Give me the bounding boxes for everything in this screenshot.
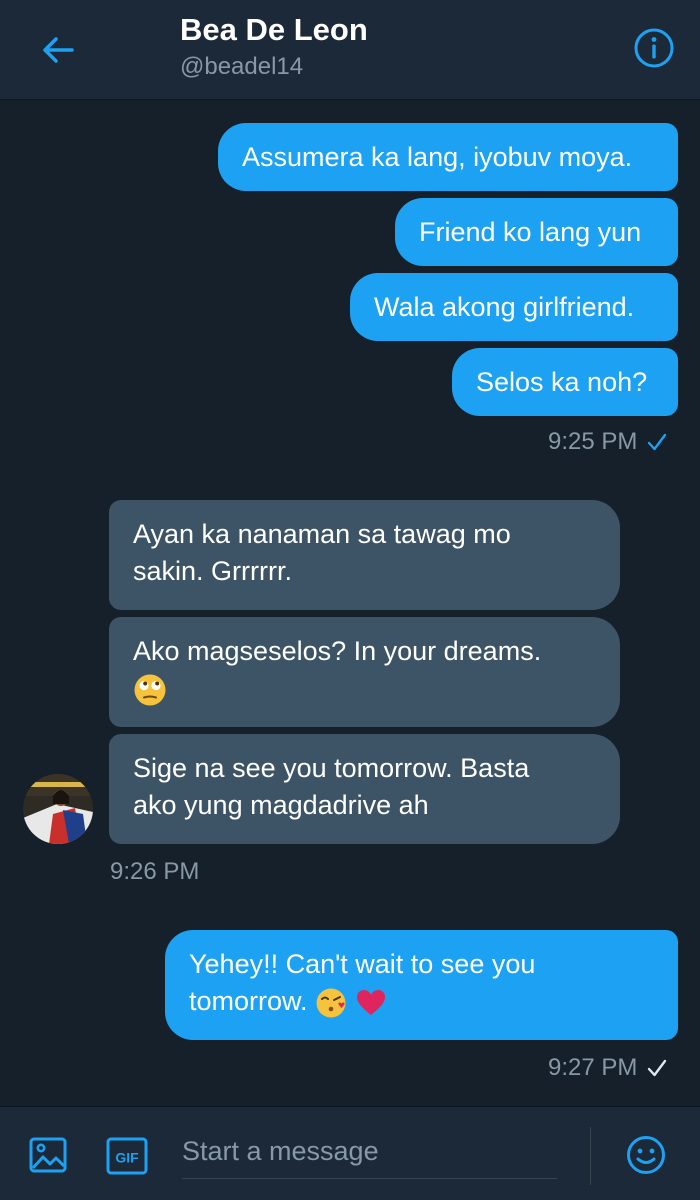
message-text: sakin. Grrrrrr.	[133, 556, 292, 586]
outgoing-message[interactable]: Friend ko lang yun	[395, 198, 678, 266]
sent-check-icon	[648, 433, 667, 451]
message-text: Ayan ka nanaman sa tawag mo	[133, 519, 511, 549]
incoming-message[interactable]: Ayan ka nanaman sa tawag mo sakin. Grrrr…	[109, 500, 620, 610]
message-text: ako yung magdadrive ah	[133, 790, 429, 820]
message-composer: GIF	[0, 1106, 700, 1200]
back-button[interactable]	[36, 28, 80, 72]
outgoing-message[interactable]: Wala akong girlfriend.	[350, 273, 678, 341]
add-gif-button[interactable]: GIF	[104, 1133, 150, 1179]
message-input[interactable]	[182, 1125, 557, 1179]
delivered-check-icon	[648, 1059, 667, 1077]
incoming-message[interactable]: Sige na see you tomorrow. Basta ako yung…	[109, 734, 620, 844]
outgoing-message[interactable]: Assumera ka lang, iyobuv moya.	[218, 123, 678, 191]
info-icon	[634, 28, 674, 68]
message-text: Sige na see you tomorrow. Basta	[133, 753, 530, 783]
outgoing-message[interactable]: Yehey!! Can't wait to see you tomorrow.	[165, 930, 678, 1040]
timestamp-text: 9:26 PM	[110, 858, 200, 885]
add-image-button[interactable]	[26, 1133, 70, 1177]
profile-photo	[23, 774, 93, 844]
contact-name[interactable]: Bea De Leon	[180, 12, 368, 48]
message-timestamp: 9:26 PM	[110, 858, 199, 886]
contact-handle: @beadel14	[180, 53, 304, 80]
smiley-icon	[627, 1136, 665, 1174]
message-text: tomorrow.	[189, 986, 308, 1016]
info-button[interactable]	[630, 24, 678, 72]
gif-label: GIF	[115, 1150, 139, 1166]
rolling-eyes-emoji	[134, 674, 166, 706]
kissing-face-emoji	[316, 988, 346, 1018]
conversation-header: Bea De Leon @beadel14	[0, 0, 700, 100]
message-timestamp: 9:27 PM	[548, 1054, 667, 1082]
red-heart-emoji	[356, 989, 385, 1015]
composer-divider	[590, 1127, 591, 1185]
message-text: Ako magseselos? In your dreams.	[133, 636, 542, 666]
image-icon	[29, 1137, 67, 1173]
arrow-left-icon	[43, 37, 74, 63]
gif-icon: GIF	[106, 1137, 148, 1175]
message-text: Yehey!! Can't wait to see you	[189, 949, 536, 979]
message-timestamp: 9:25 PM	[548, 428, 667, 456]
avatar[interactable]	[23, 774, 93, 844]
timestamp-text: 9:27 PM	[548, 1054, 638, 1081]
timestamp-text: 9:25 PM	[548, 428, 638, 455]
emoji-button[interactable]	[624, 1133, 668, 1177]
outgoing-message[interactable]: Selos ka noh?	[452, 348, 678, 416]
incoming-message[interactable]: Ako magseselos? In your dreams.	[109, 617, 620, 727]
